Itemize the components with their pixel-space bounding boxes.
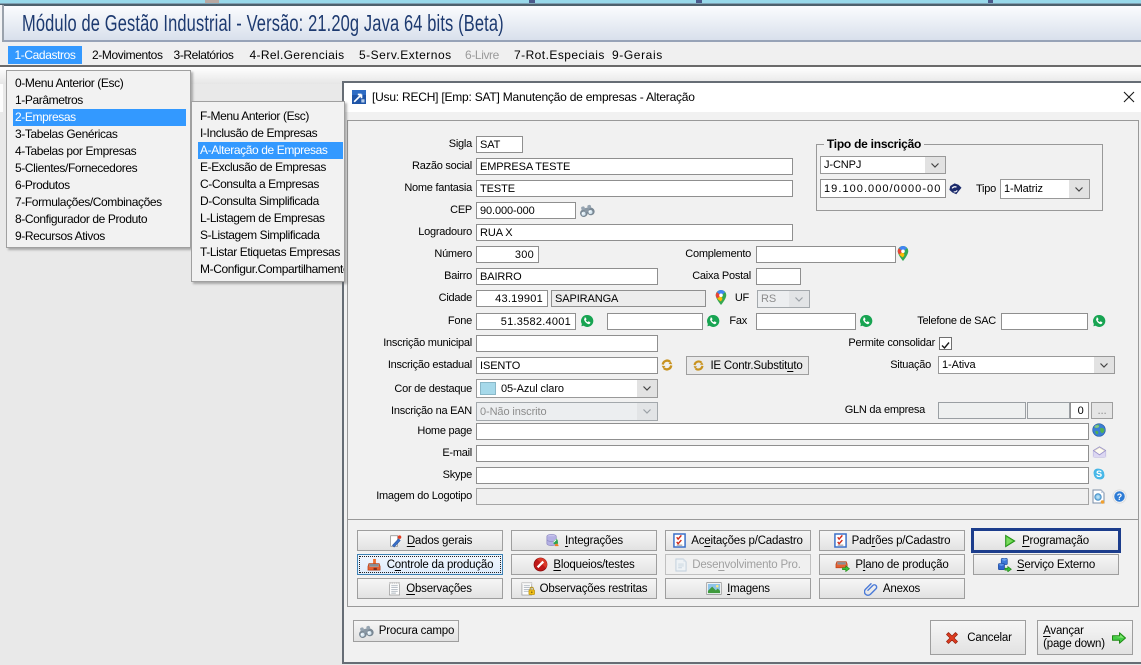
svg-text:S: S (1096, 469, 1102, 479)
svg-text:?: ? (1117, 492, 1122, 502)
